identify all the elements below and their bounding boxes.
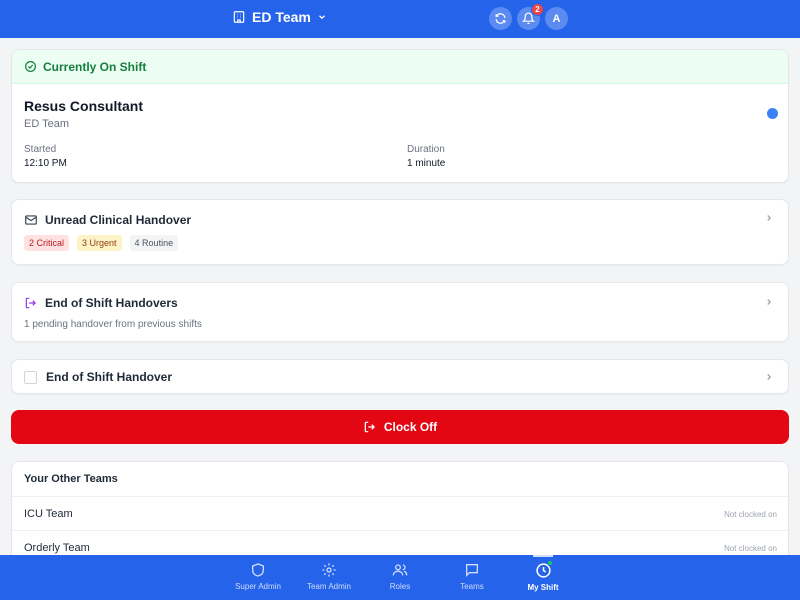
chevron-right-icon [764,297,774,307]
avatar[interactable]: A [545,7,568,30]
nav-super-admin[interactable]: Super Admin [228,555,288,600]
chat-icon [464,562,480,578]
urgent-count-badge: 3 Urgent [77,235,122,251]
shield-icon [250,562,266,578]
nav-label: Roles [389,582,411,591]
clock-off-button[interactable]: Clock Off [11,410,789,444]
chevron-down-icon [317,12,327,22]
team-name: Orderly Team [24,542,90,554]
logout-icon [363,420,377,434]
top-bar: ED Team 2 A [0,0,800,38]
nav-team-admin[interactable]: Team Admin [299,555,359,600]
shift-status-label: Currently On Shift [43,59,147,74]
mail-icon [24,213,38,227]
team-status: Not clocked on [724,510,777,519]
refresh-icon [494,12,507,25]
clock-off-label: Clock Off [383,420,438,434]
building-icon [232,10,246,24]
nav-label: Teams [460,582,484,591]
bottom-nav: Super Admin Team Admin Roles Teams My Sh… [0,555,800,600]
other-teams-card: Your Other Teams ICU Team Not clocked on… [11,461,789,561]
nav-label: Super Admin [235,582,281,591]
team-status: Not clocked on [724,544,777,553]
role-name: Resus Consultant [24,98,144,114]
end-of-shift-handover-title: End of Shift Handover [46,370,172,384]
shift-status-header: Currently On Shift [12,50,788,84]
end-of-shift-handovers-title: End of Shift Handovers [45,296,178,310]
routine-count-badge: 4 Routine [129,235,179,251]
active-indicator [533,555,553,557]
gear-icon [321,562,337,578]
end-of-shift-handover-row: End of Shift Handover [24,370,172,384]
handover-priority-chips: 2 Critical 3 Urgent 4 Routine [24,235,179,251]
unread-handover-card[interactable]: Unread Clinical Handover 2 Critical 3 Ur… [11,199,789,265]
team-name: ICU Team [24,508,73,520]
duration-label: Duration [407,144,445,155]
team-switcher[interactable]: ED Team [232,9,327,25]
nav-teams[interactable]: Teams [442,555,502,600]
notification-badge: 2 [531,3,544,16]
pending-handover-text: 1 pending handover from previous shifts [24,319,202,330]
end-of-shift-handovers-card[interactable]: End of Shift Handovers 1 pending handove… [11,282,789,342]
online-indicator [547,560,553,566]
started-label: Started [24,144,57,155]
unread-handover-title-row: Unread Clinical Handover [24,213,191,227]
end-of-shift-handover-card[interactable]: End of Shift Handover [11,359,789,394]
duration-value: 1 minute [407,158,446,169]
unread-handover-title: Unread Clinical Handover [45,213,192,227]
nav-my-shift[interactable]: My Shift [513,555,573,600]
check-circle-icon [24,60,37,73]
users-icon [392,562,408,578]
nav-label: Team Admin [306,582,352,591]
nav-label: My Shift [527,583,559,592]
other-teams-title: Your Other Teams [24,473,118,485]
status-dot [767,108,778,119]
critical-count-badge: 2 Critical [24,235,70,251]
end-of-shift-handovers-title-row: End of Shift Handovers [24,296,178,310]
chevron-right-icon [764,372,774,382]
team-row[interactable]: ICU Team Not clocked on [12,496,788,530]
started-value: 12:10 PM [24,158,67,169]
team-switcher-label: ED Team [252,9,311,25]
role-team: ED Team [24,118,70,130]
notifications-button[interactable]: 2 [517,3,544,30]
handover-checkbox[interactable] [24,370,37,384]
logout-icon [24,296,38,310]
current-shift-card: Currently On Shift Resus Consultant ED T… [11,49,789,183]
nav-roles[interactable]: Roles [370,555,430,600]
chevron-right-icon [764,213,774,223]
refresh-button[interactable] [489,7,512,30]
